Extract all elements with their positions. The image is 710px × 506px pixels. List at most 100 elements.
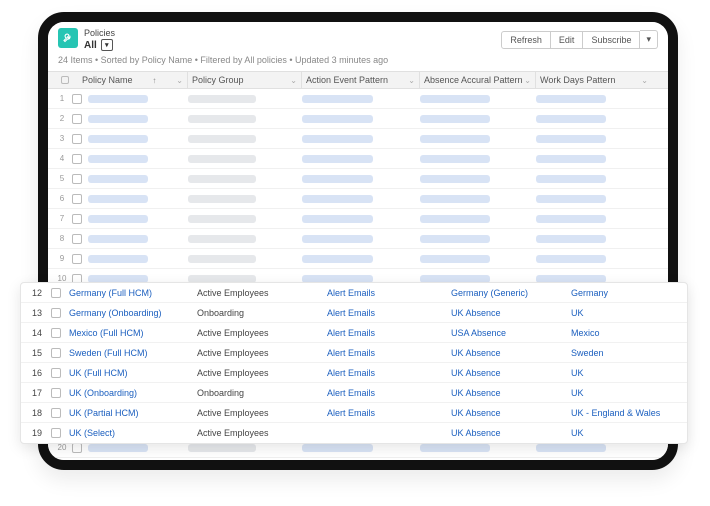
table-row[interactable]: 6 (48, 189, 668, 209)
row-checkbox[interactable] (72, 134, 82, 144)
row-checkbox[interactable] (72, 443, 82, 453)
accrual-link[interactable]: UK Absence (451, 368, 571, 378)
table-row[interactable]: 9 (48, 249, 668, 269)
action-event-link[interactable]: Alert Emails (327, 388, 451, 398)
row-checkbox[interactable] (51, 428, 61, 438)
workdays-link[interactable]: UK (571, 368, 691, 378)
table-row[interactable]: 14Mexico (Full HCM)Active EmployeesAlert… (21, 323, 687, 343)
table-row[interactable]: 15Sweden (Full HCM)Active EmployeesAlert… (21, 343, 687, 363)
row-checkbox[interactable] (51, 408, 61, 418)
action-event-link[interactable]: Alert Emails (327, 408, 451, 418)
table-row[interactable]: 5 (48, 169, 668, 189)
accrual-link[interactable]: UK Absence (451, 388, 571, 398)
row-checkbox[interactable] (51, 388, 61, 398)
placeholder-cell (302, 255, 373, 263)
placeholder-cell (420, 444, 490, 452)
placeholder-cell (188, 175, 256, 183)
row-number: 7 (52, 214, 72, 223)
policy-name-link[interactable]: UK (Partial HCM) (69, 408, 197, 418)
chevron-down-icon: ▾ (101, 39, 113, 51)
edit-button[interactable]: Edit (551, 31, 584, 49)
workdays-link[interactable]: Mexico (571, 328, 691, 338)
more-actions-button[interactable]: ▾ (640, 30, 658, 49)
subscribe-button[interactable]: Subscribe (583, 31, 640, 49)
column-policy-name[interactable]: Policy Name ↑ ⌄ (78, 72, 188, 88)
table-row[interactable]: 1 (48, 89, 668, 109)
table-row[interactable]: 4 (48, 149, 668, 169)
accrual-link[interactable]: Germany (Generic) (451, 288, 571, 298)
workdays-link[interactable]: UK (571, 388, 691, 398)
policy-name-link[interactable]: Mexico (Full HCM) (69, 328, 197, 338)
workdays-link[interactable]: Germany (571, 288, 691, 298)
table-row[interactable]: 17UK (Onboarding)OnboardingAlert EmailsU… (21, 383, 687, 403)
row-checkbox[interactable] (72, 194, 82, 204)
row-checkbox[interactable] (72, 254, 82, 264)
accrual-link[interactable]: UK Absence (451, 348, 571, 358)
policy-name-link[interactable]: UK (Full HCM) (69, 368, 197, 378)
column-action-event[interactable]: Action Event Pattern ⌄ (302, 72, 420, 88)
workdays-link[interactable]: UK - England & Wales (571, 408, 691, 418)
action-event-link[interactable]: Alert Emails (327, 328, 451, 338)
action-event-link[interactable]: Alert Emails (327, 368, 451, 378)
accrual-link[interactable]: UK Absence (451, 408, 571, 418)
workdays-link[interactable]: UK (571, 428, 691, 438)
policy-name-link[interactable]: Sweden (Full HCM) (69, 348, 197, 358)
table-row[interactable]: 16UK (Full HCM)Active EmployeesAlert Ema… (21, 363, 687, 383)
table-row[interactable]: 8 (48, 229, 668, 249)
row-number: 9 (52, 254, 72, 263)
table-row[interactable]: 18UK (Partial HCM)Active EmployeesAlert … (21, 403, 687, 423)
row-checkbox[interactable] (72, 154, 82, 164)
row-checkbox[interactable] (51, 348, 61, 358)
action-event-link[interactable]: Alert Emails (327, 348, 451, 358)
row-checkbox[interactable] (72, 214, 82, 224)
topbar: Policies All ▾ Refresh Edit Subscribe ▾ (48, 22, 668, 55)
policy-name-link[interactable]: UK (Select) (69, 428, 197, 438)
refresh-button[interactable]: Refresh (501, 31, 551, 49)
table-row[interactable]: 12Germany (Full HCM)Active EmployeesAler… (21, 283, 687, 303)
policy-name-link[interactable]: Germany (Onboarding) (69, 308, 197, 318)
placeholder-cell (420, 215, 490, 223)
row-checkbox[interactable] (51, 308, 61, 318)
row-checkbox[interactable] (51, 288, 61, 298)
accrual-link[interactable]: UK Absence (451, 428, 571, 438)
row-checkbox[interactable] (51, 328, 61, 338)
row-checkbox[interactable] (72, 94, 82, 104)
column-checkbox[interactable] (52, 72, 78, 88)
policy-name-link[interactable]: Germany (Full HCM) (69, 288, 197, 298)
placeholder-cell (536, 95, 606, 103)
placeholder-cell (536, 215, 606, 223)
row-number: 2 (52, 114, 72, 123)
chevron-down-icon: ⌄ (176, 76, 183, 85)
placeholder-cell (536, 155, 606, 163)
policy-name-link[interactable]: UK (Onboarding) (69, 388, 197, 398)
table-row[interactable]: 3 (48, 129, 668, 149)
column-policy-group[interactable]: Policy Group ⌄ (188, 72, 302, 88)
workdays-link[interactable]: Sweden (571, 348, 691, 358)
accrual-link[interactable]: USA Absence (451, 328, 571, 338)
placeholder-cell (188, 235, 256, 243)
placeholder-cell (88, 95, 148, 103)
table-row[interactable]: 7 (48, 209, 668, 229)
workdays-link[interactable]: UK (571, 308, 691, 318)
placeholder-cell (88, 195, 148, 203)
placeholder-cell (188, 255, 256, 263)
row-number: 14 (23, 328, 51, 338)
select-all-checkbox[interactable] (61, 76, 69, 84)
column-label: Absence Accural Pattern (424, 75, 523, 85)
action-event-link[interactable]: Alert Emails (327, 288, 451, 298)
row-checkbox[interactable] (72, 174, 82, 184)
table-row[interactable]: 13Germany (Onboarding)OnboardingAlert Em… (21, 303, 687, 323)
policy-group-cell: Active Employees (197, 288, 327, 298)
action-event-link[interactable]: Alert Emails (327, 308, 451, 318)
accrual-link[interactable]: UK Absence (451, 308, 571, 318)
row-number: 15 (23, 348, 51, 358)
column-work-days[interactable]: Work Days Pattern ⌄ (536, 72, 652, 88)
row-checkbox[interactable] (72, 114, 82, 124)
listview-filter[interactable]: All ▾ (84, 39, 115, 51)
row-checkbox[interactable] (51, 368, 61, 378)
table-row[interactable]: 19UK (Select)Active EmployeesUK AbsenceU… (21, 423, 687, 443)
table-row[interactable]: 2 (48, 109, 668, 129)
row-number: 8 (52, 234, 72, 243)
column-absence-accrual[interactable]: Absence Accural Pattern ⌄ (420, 72, 536, 88)
row-checkbox[interactable] (72, 234, 82, 244)
